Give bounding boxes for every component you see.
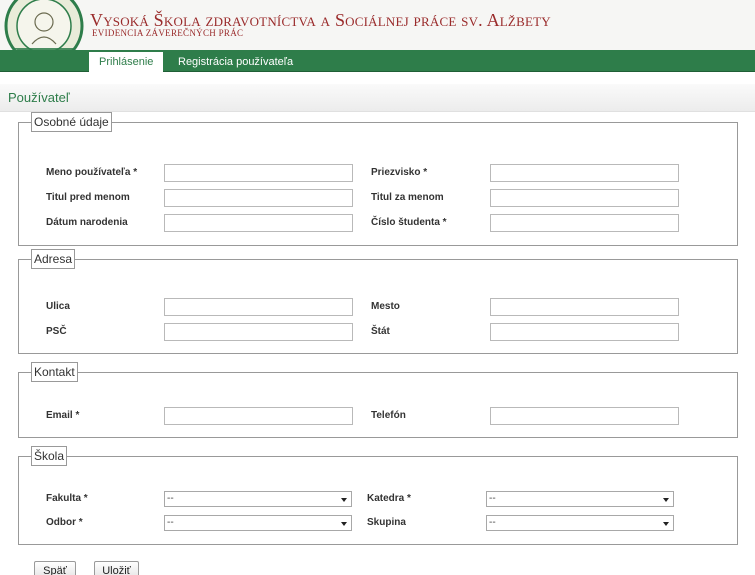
- chevron-down-icon: [341, 522, 347, 526]
- school-section: Škola Fakulta * -- Katedra * -- Odbor * …: [18, 446, 738, 545]
- save-button[interactable]: Uložiť: [94, 561, 139, 575]
- site-header: Vysoká Škola zdravotníctva a Sociálnej p…: [0, 0, 755, 66]
- department-select-value: --: [489, 493, 496, 504]
- title-after-label: Titul za menom: [371, 192, 444, 203]
- personal-details-section: Osobné údaje Meno používateľa * Priezvis…: [18, 112, 738, 246]
- username-input[interactable]: [164, 164, 353, 182]
- chevron-down-icon: [341, 498, 347, 502]
- city-input[interactable]: [490, 298, 679, 316]
- email-label: Email *: [46, 410, 80, 421]
- title-before-label: Titul pred menom: [46, 192, 130, 203]
- title-before-input[interactable]: [164, 189, 353, 207]
- page-title: Používateľ: [0, 84, 755, 112]
- faculty-label: Fakulta *: [46, 493, 88, 504]
- field-of-study-select-value: --: [167, 517, 174, 528]
- street-label: Ulica: [46, 301, 70, 312]
- personal-details-legend: Osobné údaje: [31, 112, 112, 132]
- username-label: Meno používateľa *: [46, 167, 138, 178]
- site-subtitle: EVIDENCIA ZÁVEREČNÝCH PRÁC: [92, 28, 244, 38]
- address-legend: Adresa: [31, 249, 76, 269]
- state-label: Štát: [371, 326, 390, 337]
- field-of-study-select[interactable]: --: [164, 515, 352, 531]
- tab-user-registration[interactable]: Registrácia používateľa: [168, 52, 303, 72]
- group-select-value: --: [489, 517, 496, 528]
- phone-label: Telefón: [371, 410, 406, 421]
- chevron-down-icon: [663, 498, 669, 502]
- surname-input[interactable]: [490, 164, 679, 182]
- student-number-label: Číslo študenta *: [371, 217, 447, 228]
- group-label: Skupina: [367, 517, 406, 528]
- birthdate-label: Dátum narodenia: [46, 217, 128, 228]
- zip-input[interactable]: [164, 323, 353, 341]
- city-label: Mesto: [371, 301, 400, 312]
- faculty-select[interactable]: --: [164, 491, 352, 507]
- email-input[interactable]: [164, 407, 353, 425]
- state-input[interactable]: [490, 323, 679, 341]
- school-legend: Škola: [31, 446, 68, 466]
- student-number-input[interactable]: [490, 214, 679, 232]
- address-section: Adresa Ulica Mesto PSČ Štát: [18, 249, 738, 354]
- title-after-input[interactable]: [490, 189, 679, 207]
- back-button[interactable]: Späť: [34, 561, 76, 575]
- street-input[interactable]: [164, 298, 353, 316]
- department-select[interactable]: --: [486, 491, 674, 507]
- contact-legend: Kontakt: [31, 362, 78, 382]
- faculty-select-value: --: [167, 493, 174, 504]
- field-of-study-label: Odbor *: [46, 517, 83, 528]
- zip-label: PSČ: [46, 326, 67, 337]
- group-select[interactable]: --: [486, 515, 674, 531]
- tab-login[interactable]: Prihlásenie: [89, 52, 164, 72]
- chevron-down-icon: [663, 522, 669, 526]
- main-navigation: Prihlásenie Registrácia používateľa: [0, 50, 755, 72]
- surname-label: Priezvisko *: [371, 167, 428, 178]
- phone-input[interactable]: [490, 407, 679, 425]
- department-label: Katedra *: [367, 493, 411, 504]
- contact-section: Kontakt Email * Telefón: [18, 362, 738, 438]
- birthdate-input[interactable]: [164, 214, 353, 232]
